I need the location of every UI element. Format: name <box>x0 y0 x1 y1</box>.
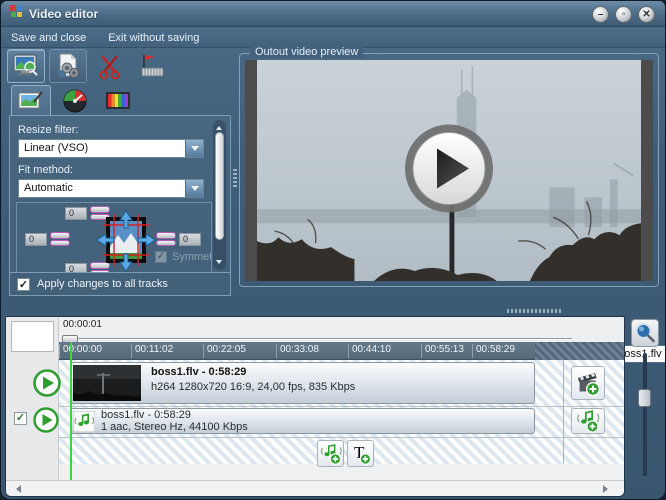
music-note-icon <box>73 411 95 432</box>
window-title: Video editor <box>29 7 98 21</box>
fit-method-label: Fit method: <box>18 164 73 176</box>
crop-bottom-input[interactable]: 0 <box>65 263 87 272</box>
apply-all-tracks-checkbox[interactable]: ✓ <box>17 278 30 291</box>
image-edit-icon <box>18 90 44 112</box>
play-video-track-button[interactable] <box>32 368 62 398</box>
timeline-zoom-slider-thumb[interactable] <box>638 389 651 407</box>
menu-save-and-close[interactable]: Save and close <box>11 32 86 44</box>
track-header-box <box>11 321 54 352</box>
video-track-details: h264 1280x720 16:9, 24,00 fps, 835 Kbps <box>151 381 355 393</box>
close-button[interactable]: ✕ <box>638 6 655 23</box>
add-audio-row-button[interactable] <box>317 440 344 467</box>
tab-speed[interactable] <box>55 85 95 116</box>
crop-right-input[interactable]: 0 <box>179 233 201 246</box>
video-editor-window: Video editor – ▫ ✕ Save and close Exit w… <box>0 0 666 500</box>
encode-file-gears-icon <box>54 52 82 80</box>
time-ruler[interactable]: 00:00:00 00:11:02 00:22:05 00:33:08 00:4… <box>59 342 625 360</box>
minimize-button[interactable]: – <box>592 6 609 23</box>
scroll-down-icon[interactable] <box>216 260 222 267</box>
add-text-row-icon: T <box>350 443 372 465</box>
symmetric-label: Symmetric <box>172 251 212 263</box>
scroll-left-icon[interactable] <box>12 485 21 493</box>
crop-left-input[interactable]: 0 <box>25 233 47 246</box>
crop-preview-thumbnail[interactable] <box>95 209 157 272</box>
ruler-tick: 00:44:10 <box>348 344 391 358</box>
panel-scrollbar-thumb[interactable] <box>215 132 224 240</box>
playhead-line[interactable] <box>70 342 72 480</box>
add-audio-track-icon <box>576 409 600 433</box>
audio-track-enabled-checkbox[interactable]: ✓ <box>14 412 27 425</box>
add-video-track-icon <box>575 370 601 396</box>
maximize-button[interactable]: ▫ <box>615 6 632 23</box>
audio-track-details: 1 aac, Stereo Hz, 44100 Kbps <box>101 421 248 433</box>
crop-top-input[interactable]: 0 <box>65 207 87 220</box>
resize-filter-select[interactable]: Linear (VSO) <box>18 139 204 158</box>
video-track-title: boss1.flv - 0:58:29 <box>151 366 246 378</box>
scissors-icon <box>96 52 124 80</box>
ruler-tick-end: 00:58:29 <box>472 344 515 358</box>
crop-left-stepper[interactable] <box>50 232 70 246</box>
audio-track-title: boss1.flv - 0:58:29 <box>101 409 191 421</box>
timeline-zoom-button[interactable] <box>631 319 659 347</box>
gauge-icon <box>62 88 88 114</box>
audio-track-bar[interactable]: boss1.flv - 0:58:29 1 aac, Stereo Hz, 44… <box>70 408 535 434</box>
edit-panel: Resize filter: Linear (VSO) Fit method: … <box>9 85 231 297</box>
chapter-flag-icon <box>137 52 167 80</box>
app-icon <box>9 4 23 23</box>
add-text-row-button[interactable]: T <box>347 440 374 467</box>
cut-button[interactable] <box>91 49 129 83</box>
resize-filter-label: Resize filter: <box>18 124 79 136</box>
timeline-panel: 00:00:01 00:00:00 00:11:02 00:22:05 00:3… <box>5 316 625 497</box>
ruler-tick: 00:11:02 <box>131 344 173 358</box>
add-audio-row-icon <box>320 443 342 465</box>
ruler-tick: 00:55:13 <box>421 344 464 358</box>
preview-group-title: Outout video preview <box>250 46 363 58</box>
apply-all-tracks-label: Apply changes to all tracks <box>37 278 168 290</box>
track-header-column <box>6 317 59 480</box>
encode-settings-button[interactable] <box>49 49 87 83</box>
symmetric-checkbox[interactable]: ✓ <box>155 251 167 263</box>
menu-exit-without-saving[interactable]: Exit without saving <box>108 32 199 44</box>
video-frame <box>245 60 653 281</box>
output-preview-group: Outout video preview <box>239 53 659 287</box>
playhead-position-label: 00:00:01 <box>63 319 102 330</box>
toolbar <box>7 49 171 83</box>
timeline-horizontal-scrollbar[interactable] <box>6 480 625 496</box>
crop-right-stepper[interactable] <box>156 232 176 246</box>
chevron-down-icon[interactable] <box>185 140 203 157</box>
horizontal-splitter[interactable] <box>507 309 563 313</box>
monitor-preview-icon <box>12 53 40 79</box>
ruler-out-of-range <box>535 342 625 360</box>
apply-all-tracks-option[interactable]: ✓ Apply changes to all tracks <box>9 272 231 296</box>
scroll-up-icon[interactable] <box>216 123 222 130</box>
panel-scrollbar[interactable] <box>213 120 226 270</box>
tab-image-edit[interactable] <box>11 85 51 116</box>
play-icon <box>403 122 495 214</box>
vertical-splitter[interactable] <box>233 169 237 189</box>
fit-method-select[interactable]: Automatic <box>18 179 204 198</box>
video-track-bar[interactable]: boss1.flv - 0:58:29 h264 1280x720 16:9, … <box>70 362 535 404</box>
symmetric-option[interactable]: ✓ Symmetric <box>155 251 212 263</box>
title-bar[interactable]: Video editor – ▫ ✕ <box>1 1 665 27</box>
play-audio-track-button[interactable] <box>32 406 60 434</box>
tracks-area: boss1.flv - 0:58:29 h264 1280x720 16:9, … <box>59 360 625 480</box>
play-button-overlay[interactable] <box>403 122 495 219</box>
ruler-tick: 00:00:00 <box>59 344 102 358</box>
image-edit-body: Resize filter: Linear (VSO) Fit method: … <box>9 115 231 273</box>
chapters-button[interactable] <box>133 49 171 83</box>
tab-colors[interactable] <box>99 85 139 116</box>
color-bars-icon <box>105 90 133 112</box>
scroll-right-icon[interactable] <box>603 485 612 493</box>
crop-controls: 0 0 0 0 <box>16 202 212 272</box>
magnifier-icon <box>634 322 656 344</box>
add-audio-clip-button[interactable] <box>571 408 605 434</box>
chevron-down-icon[interactable] <box>185 180 203 197</box>
timeline-zoom-slider[interactable] <box>643 353 647 477</box>
preview-settings-button[interactable] <box>7 49 45 83</box>
add-video-clip-button[interactable] <box>571 366 605 400</box>
video-thumbnail <box>73 365 141 401</box>
ruler-tick: 00:33:08 <box>276 344 319 358</box>
menu-bar: Save and close Exit without saving <box>1 28 665 48</box>
ruler-tick: 00:22:05 <box>203 344 246 358</box>
